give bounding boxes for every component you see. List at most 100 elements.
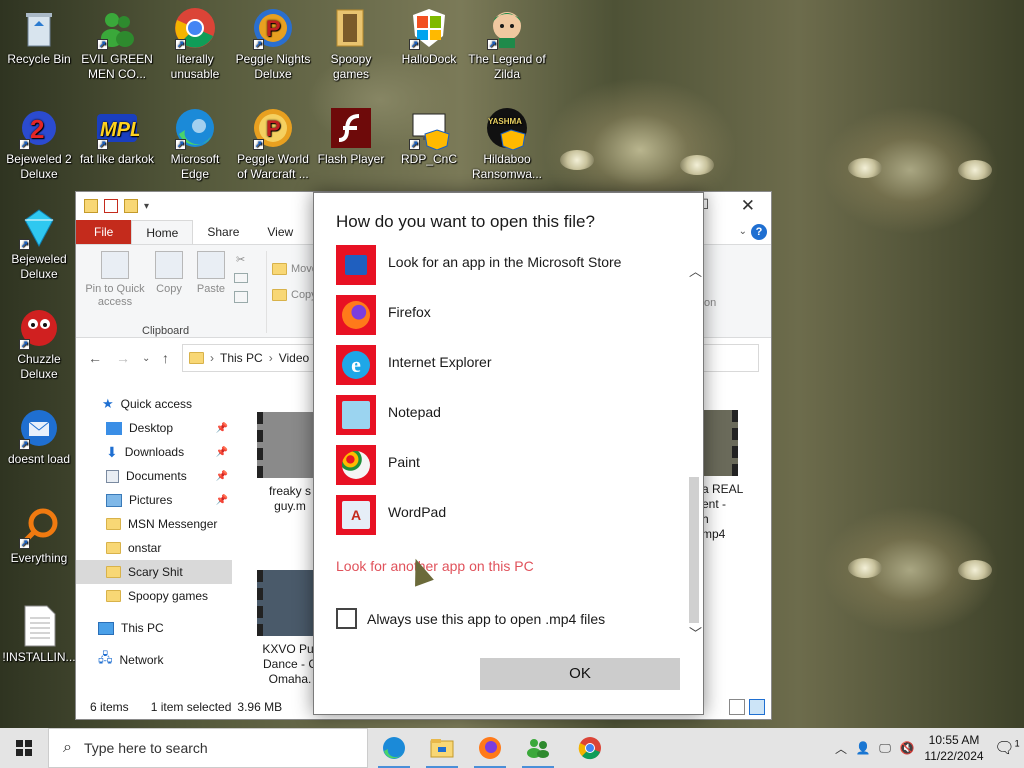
- pin-quick-access-button[interactable]: Pin to Quick access: [82, 251, 148, 309]
- desktop-shortcut-legend-of-zilda[interactable]: ↗ The Legend of Zilda: [468, 6, 546, 82]
- rdp-icon: ↗: [407, 106, 451, 150]
- back-arrow-icon[interactable]: ←: [88, 350, 102, 366]
- user-tray-icon[interactable]: 👤: [852, 741, 874, 755]
- properties-quick-icon[interactable]: [104, 199, 118, 213]
- file-explorer-icon: [430, 739, 454, 758]
- desktop-shortcut-peggle-wow[interactable]: P ↗ Peggle World of Warcraft ...: [234, 106, 312, 182]
- nav-label: Scary Shit: [128, 565, 183, 579]
- nav-quick-access[interactable]: ★ Quick access: [76, 392, 232, 416]
- taskbar-firefox[interactable]: [466, 728, 514, 768]
- desktop-shortcut-evil-green-men[interactable]: ↗ EVIL GREEN MEN CO...: [78, 6, 156, 82]
- app-option-paint[interactable]: Paint: [336, 445, 676, 495]
- nav-network[interactable]: 🖧 Network: [76, 648, 232, 672]
- nav-documents[interactable]: Documents 📌: [76, 464, 232, 488]
- desktop-shortcut-peggle-nights[interactable]: P ↗ Peggle Nights Deluxe: [234, 6, 312, 82]
- taskbar-chrome[interactable]: [566, 728, 614, 768]
- network-tray-icon[interactable]: 🖵: [874, 741, 896, 756]
- app-option-store[interactable]: Look for an app in the Microsoft Store: [336, 245, 676, 295]
- breadcrumb-videos[interactable]: Video: [279, 351, 309, 365]
- help-icon[interactable]: ?: [751, 224, 767, 240]
- desktop-shortcut-bejeweled2[interactable]: 2 ↗ Bejeweled 2 Deluxe: [0, 106, 78, 182]
- always-use-checkbox[interactable]: [336, 608, 357, 629]
- taskbar-green-men[interactable]: [514, 728, 562, 768]
- edge-icon: [383, 737, 405, 759]
- desktop-shortcut-edge[interactable]: ↗ Microsoft Edge: [156, 106, 234, 182]
- nav-msn-messenger[interactable]: MSN Messenger: [76, 512, 232, 536]
- desktop-shortcut-fat-like-darkok[interactable]: MPL ↗ fat like darkok: [78, 106, 156, 167]
- app-option-wordpad[interactable]: A WordPad: [336, 495, 676, 545]
- quick-access-dropdown-icon[interactable]: ▾: [144, 201, 149, 212]
- desktop-shortcut-everything[interactable]: ↗ Everything: [0, 505, 78, 566]
- search-input[interactable]: [703, 344, 759, 372]
- tab-file[interactable]: File: [76, 220, 132, 244]
- tab-view[interactable]: View: [253, 220, 307, 244]
- taskbar-edge[interactable]: [370, 728, 418, 768]
- desktop-shortcut-bejeweled-deluxe[interactable]: ↗ Bejeweled Deluxe: [0, 206, 78, 282]
- app-list-scrollbar[interactable]: ︿ ﹀: [686, 253, 703, 641]
- nav-onstar[interactable]: onstar: [76, 536, 232, 560]
- app-option-internet-explorer[interactable]: e Internet Explorer: [336, 345, 676, 395]
- copy-path-icon[interactable]: [234, 273, 248, 283]
- desktop-shortcut-chuzzle[interactable]: ↗ Chuzzle Deluxe: [0, 306, 78, 382]
- move-to-button[interactable]: Move: [272, 263, 318, 275]
- details-view-icon[interactable]: [729, 699, 745, 715]
- nav-spoopy-games[interactable]: Spoopy games: [76, 584, 232, 608]
- desktop-shortcut-hallodock[interactable]: ↗ HalloDock: [390, 6, 468, 67]
- app-list: Look for an app in the Microsoft Store F…: [336, 245, 676, 545]
- scroll-up-icon[interactable]: ︿: [689, 261, 702, 280]
- paste-shortcut-icon[interactable]: [234, 291, 248, 303]
- scroll-down-icon[interactable]: ﹀: [689, 623, 702, 642]
- ok-button[interactable]: OK: [480, 658, 680, 690]
- ribbon-expand-icon[interactable]: ⌄: [739, 226, 747, 237]
- desktop-shortcut-hildaboo[interactable]: YASHMA Hildaboo Ransomwa...: [468, 106, 546, 182]
- desktop-shortcut-rdp-cnc[interactable]: ↗ RDP_CnC: [390, 106, 468, 167]
- desktop-icon-label: The Legend of Zilda: [468, 52, 546, 81]
- always-use-option[interactable]: Always use this app to open .mp4 files: [336, 608, 605, 629]
- nav-desktop[interactable]: Desktop 📌: [76, 416, 232, 440]
- volume-muted-icon[interactable]: 🔇: [896, 741, 918, 755]
- svg-text:P: P: [266, 16, 281, 41]
- recent-locations-icon[interactable]: ⌄: [142, 353, 150, 364]
- desktop-shortcut-doesnt-load[interactable]: ↗ doesnt load: [0, 406, 78, 467]
- show-hidden-icons-chevron-icon[interactable]: ︿: [830, 740, 852, 757]
- recycle-bin[interactable]: Recycle Bin: [0, 6, 78, 67]
- peggle-icon: P ↗: [251, 6, 295, 50]
- paste-button[interactable]: Paste: [194, 251, 228, 296]
- file-name: h: [702, 512, 709, 526]
- copy-button[interactable]: Copy: [152, 251, 186, 296]
- nav-label: This PC: [121, 621, 164, 635]
- desktop-shortcut-flash-player[interactable]: Flash Player: [312, 106, 390, 167]
- desktop-icon-label: literally unusable: [170, 52, 220, 81]
- large-icons-view-icon[interactable]: [749, 699, 765, 715]
- desktop-file-installing[interactable]: !INSTALLIN...: [0, 604, 78, 665]
- video-file[interactable]: a REAL ent - h mp4: [702, 410, 746, 542]
- tab-home[interactable]: Home: [131, 220, 194, 244]
- nav-this-pc[interactable]: This PC: [76, 616, 232, 640]
- system-tray: ︿ 👤 🖵 🔇 10:55 AM 11/22/2024 🗨1: [830, 728, 1024, 768]
- close-icon[interactable]: ✕: [741, 196, 755, 216]
- nav-pictures[interactable]: Pictures 📌: [76, 488, 232, 512]
- nav-scary-shit[interactable]: Scary Shit: [76, 560, 232, 584]
- clock[interactable]: 10:55 AM 11/22/2024: [918, 732, 990, 764]
- desktop-folder-spoopy-games[interactable]: Spoopy games: [312, 6, 390, 82]
- taskbar-file-explorer[interactable]: [418, 728, 466, 768]
- flash-icon: [329, 106, 373, 150]
- breadcrumb-this-pc[interactable]: This PC: [220, 351, 263, 365]
- taskbar-search-box[interactable]: ⌕ Type here to search: [48, 728, 368, 768]
- nav-label: Downloads: [124, 445, 185, 459]
- cut-icon[interactable]: ✂: [236, 253, 245, 266]
- app-option-firefox[interactable]: Firefox: [336, 295, 676, 345]
- tab-share[interactable]: Share: [193, 220, 253, 244]
- copy-to-button[interactable]: Copy: [272, 289, 317, 301]
- app-option-notepad[interactable]: Notepad: [336, 395, 676, 445]
- look-for-another-app-link[interactable]: Look for another app on this PC: [336, 558, 534, 574]
- notifications-button[interactable]: 🗨1: [990, 738, 1024, 758]
- forward-arrow-icon[interactable]: →: [116, 350, 130, 366]
- new-folder-quick-icon[interactable]: [124, 199, 138, 213]
- start-button[interactable]: [0, 728, 48, 768]
- scrollbar-thumb[interactable]: [689, 477, 699, 623]
- address-bar[interactable]: › This PC › Video: [182, 344, 314, 372]
- up-arrow-icon[interactable]: ↑: [162, 350, 169, 366]
- nav-downloads[interactable]: ⬇ Downloads 📌: [76, 440, 232, 464]
- desktop-shortcut-chrome[interactable]: ↗ literally unusable: [156, 6, 234, 82]
